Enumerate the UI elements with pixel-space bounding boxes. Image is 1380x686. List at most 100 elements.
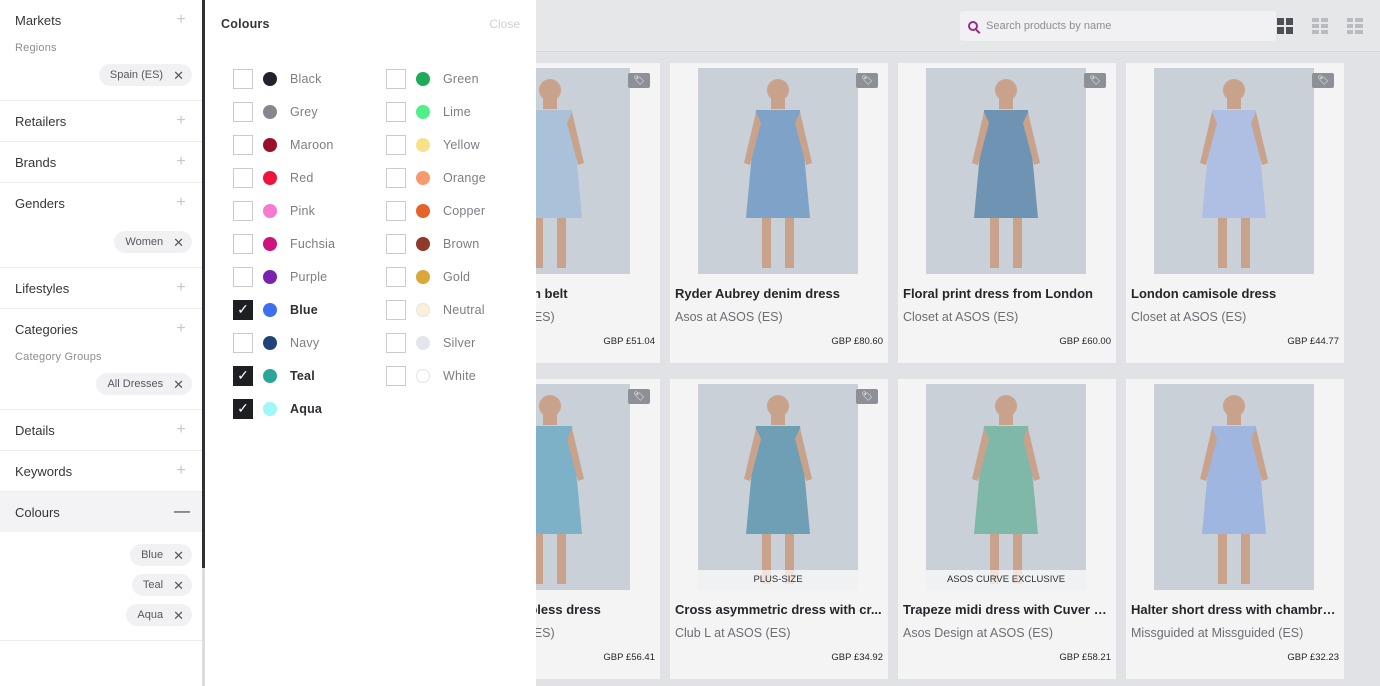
- colour-option-gold[interactable]: Gold: [386, 260, 486, 293]
- colour-checkbox[interactable]: [386, 365, 406, 386]
- colour-checkbox[interactable]: [233, 101, 253, 122]
- colour-checkbox[interactable]: [386, 200, 406, 221]
- colour-option-navy[interactable]: Navy: [233, 326, 335, 359]
- product-retailer: Asos Design at ASOS (ES): [903, 626, 1054, 640]
- colour-option-lime[interactable]: Lime: [386, 95, 486, 128]
- colour-checkbox[interactable]: [233, 134, 253, 155]
- colour-option-aqua[interactable]: ✓ Aqua: [233, 392, 335, 425]
- product-card[interactable]: 🏷 Bandeau strapless dress Asos at ASOS (ES…: [536, 379, 660, 679]
- product-image[interactable]: [926, 68, 1086, 274]
- colour-checkbox[interactable]: [386, 299, 406, 320]
- colour-checkbox[interactable]: [386, 68, 406, 89]
- expand-icon[interactable]: +: [174, 113, 188, 129]
- product-card[interactable]: 🏷 Midi dress with belt Asos at ASOS (ES) GB…: [536, 63, 660, 363]
- product-image[interactable]: [1154, 68, 1314, 274]
- collapse-icon[interactable]: —: [174, 504, 190, 520]
- expand-icon[interactable]: +: [174, 12, 188, 28]
- product-card[interactable]: 🏷 London camisole dress Closet at ASOS (ES…: [1126, 63, 1344, 363]
- product-title[interactable]: Floral print dress from London: [903, 286, 1111, 301]
- remove-chip-icon[interactable]: ✕: [173, 69, 184, 82]
- colour-option-copper[interactable]: Copper: [386, 194, 486, 227]
- filter-header-keywords[interactable]: Keywords +: [0, 451, 202, 491]
- colour-option-maroon[interactable]: Maroon: [233, 128, 335, 161]
- product-title[interactable]: Midi dress with belt: [536, 286, 655, 301]
- colour-checkbox[interactable]: [233, 200, 253, 221]
- product-image[interactable]: [698, 68, 858, 274]
- search-input[interactable]: [986, 20, 1256, 32]
- filter-header-markets[interactable]: Markets +: [0, 0, 202, 40]
- colour-option-brown[interactable]: Brown: [386, 227, 486, 260]
- product-image[interactable]: [926, 384, 1086, 590]
- colour-option-purple[interactable]: Purple: [233, 260, 335, 293]
- product-title[interactable]: Trapeze midi dress with Cuver e...: [903, 602, 1111, 617]
- filter-header-lifestyles[interactable]: Lifestyles +: [0, 268, 202, 308]
- colour-checkbox[interactable]: [386, 266, 406, 287]
- product-card[interactable]: ASOS CURVE EXCLUSIVE Trapeze midi dress w…: [898, 379, 1116, 679]
- colour-option-silver[interactable]: Silver: [386, 326, 486, 359]
- filter-header-retailers[interactable]: Retailers +: [0, 101, 202, 141]
- colour-option-grey[interactable]: Grey: [233, 95, 335, 128]
- product-title[interactable]: Halter short dress with chambra...: [1131, 602, 1339, 617]
- colour-checkbox[interactable]: ✓: [233, 365, 253, 386]
- grid-view-large-icon[interactable]: [1277, 18, 1293, 34]
- colour-option-fuchsia[interactable]: Fuchsia: [233, 227, 335, 260]
- colour-checkbox[interactable]: [386, 134, 406, 155]
- colour-checkbox[interactable]: [233, 68, 253, 89]
- colour-option-black[interactable]: Black: [233, 62, 335, 95]
- colour-checkbox[interactable]: [386, 332, 406, 353]
- expand-icon[interactable]: +: [174, 321, 188, 337]
- filter-header-brands[interactable]: Brands +: [0, 142, 202, 182]
- colour-option-yellow[interactable]: Yellow: [386, 128, 486, 161]
- expand-icon[interactable]: +: [174, 280, 188, 296]
- colour-checkbox[interactable]: [233, 332, 253, 353]
- colour-checkbox[interactable]: ✓: [233, 398, 253, 419]
- remove-chip-icon[interactable]: ✕: [173, 549, 184, 562]
- colour-checkbox[interactable]: [386, 233, 406, 254]
- colour-option-neutral[interactable]: Neutral: [386, 293, 486, 326]
- colour-checkbox[interactable]: ✓: [233, 299, 253, 320]
- expand-icon[interactable]: +: [174, 463, 188, 479]
- colour-option-orange[interactable]: Orange: [386, 161, 486, 194]
- colour-checkbox[interactable]: [233, 233, 253, 254]
- colour-checkbox[interactable]: [386, 167, 406, 188]
- product-card[interactable]: Halter short dress with chambra... Missgu…: [1126, 379, 1344, 679]
- colour-checkbox[interactable]: [386, 101, 406, 122]
- filter-header-genders[interactable]: Genders +: [0, 183, 202, 223]
- filter-section-keywords: Keywords +: [0, 451, 202, 492]
- colour-option-green[interactable]: Green: [386, 62, 486, 95]
- product-card[interactable]: 🏷 Floral print dress from London Closet at…: [898, 63, 1116, 363]
- grid-view-small-icon[interactable]: [1312, 18, 1328, 34]
- filter-header-colours[interactable]: Colours —: [0, 492, 202, 532]
- product-title[interactable]: London camisole dress: [1131, 286, 1339, 301]
- price-tag-icon: 🏷: [856, 389, 878, 404]
- colour-option-red[interactable]: Red: [233, 161, 335, 194]
- remove-chip-icon[interactable]: ✕: [173, 236, 184, 249]
- product-title[interactable]: Ryder Aubrey denim dress: [675, 286, 883, 301]
- colour-option-pink[interactable]: Pink: [233, 194, 335, 227]
- remove-chip-icon[interactable]: ✕: [173, 579, 184, 592]
- expand-icon[interactable]: +: [174, 154, 188, 170]
- expand-icon[interactable]: +: [174, 422, 188, 438]
- product-image[interactable]: [1154, 384, 1314, 590]
- colour-checkbox[interactable]: [233, 167, 253, 188]
- product-image[interactable]: [536, 384, 630, 590]
- filter-header-details[interactable]: Details +: [0, 410, 202, 450]
- product-image[interactable]: [536, 68, 630, 274]
- remove-chip-icon[interactable]: ✕: [173, 378, 184, 391]
- product-image[interactable]: [698, 384, 858, 590]
- search-box[interactable]: [960, 11, 1276, 41]
- filter-header-categories[interactable]: Categories +: [0, 309, 202, 349]
- colour-checkbox[interactable]: [233, 266, 253, 287]
- colour-option-blue[interactable]: ✓ Blue: [233, 293, 335, 326]
- product-card[interactable]: 🏷 PLUS-SIZE Cross asymmetric dress with cr…: [670, 379, 888, 679]
- product-title[interactable]: Bandeau strapless dress: [536, 602, 655, 617]
- colour-option-teal[interactable]: ✓ Teal: [233, 359, 335, 392]
- price-tag-icon: 🏷: [628, 389, 650, 404]
- list-view-icon[interactable]: [1347, 18, 1363, 34]
- remove-chip-icon[interactable]: ✕: [173, 609, 184, 622]
- colour-option-white[interactable]: White: [386, 359, 486, 392]
- product-title[interactable]: Cross asymmetric dress with cr...: [675, 602, 883, 617]
- product-card[interactable]: 🏷 Ryder Aubrey denim dress Asos at ASOS (E…: [670, 63, 888, 363]
- close-button[interactable]: Close: [489, 17, 520, 31]
- expand-icon[interactable]: +: [174, 195, 188, 211]
